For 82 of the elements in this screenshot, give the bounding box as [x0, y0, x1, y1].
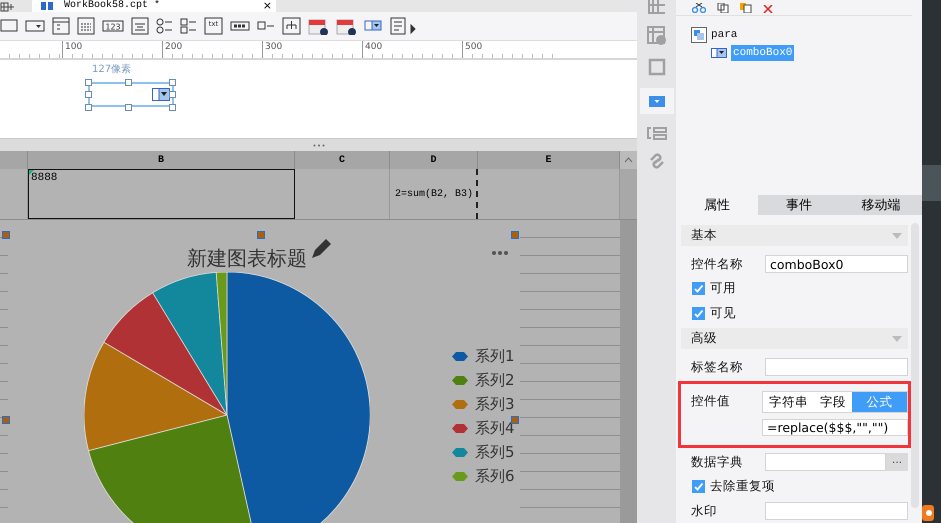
text-field[interactable] — [765, 453, 886, 472]
chart-title: 新建图表标题 — [187, 245, 307, 272]
column-header[interactable]: B — [28, 151, 295, 169]
checkbox-label: 去除重复项 — [710, 478, 775, 496]
checkbox-label: 可用 — [710, 280, 736, 298]
resize-handle[interactable] — [511, 416, 519, 424]
combo-box-widget[interactable] — [88, 82, 174, 107]
ruler-number: 500 — [465, 42, 482, 52]
tree-icon[interactable] — [282, 17, 301, 35]
layout-grid-icon[interactable] — [648, 0, 666, 14]
checkbox[interactable] — [692, 307, 705, 320]
form-icon[interactable] — [390, 17, 416, 35]
radio-group-icon[interactable] — [156, 17, 173, 35]
copy-icon[interactable] — [717, 2, 729, 13]
property-label: 控件值 — [691, 392, 731, 410]
size-label: 127像素 — [92, 62, 132, 76]
frame-icon[interactable] — [648, 58, 666, 76]
legend-label: 系列5 — [475, 442, 515, 462]
segment-option[interactable]: 字段 — [814, 392, 852, 412]
resize-handle[interactable] — [257, 231, 265, 239]
legend-label: 系列2 — [475, 370, 515, 390]
panel-tab[interactable]: 事件 — [758, 194, 840, 216]
resize-handle[interactable] — [125, 79, 132, 86]
more-icon[interactable] — [492, 251, 508, 255]
delete-icon[interactable] — [763, 4, 773, 13]
scrollbar[interactable] — [911, 223, 919, 508]
text-area-icon[interactable] — [131, 17, 149, 35]
checkbox-label: 可见 — [710, 305, 736, 322]
property-label: 水印 — [691, 502, 718, 520]
dropdown-widget-icon[interactable] — [648, 96, 664, 106]
resize-handle[interactable] — [2, 416, 10, 424]
formula-field[interactable]: =replace($$$,"","") — [762, 419, 908, 436]
legend-label: 系列1 — [475, 346, 515, 366]
segment-option[interactable]: 字符串 — [763, 392, 814, 412]
property-label: 数据字典 — [691, 454, 744, 471]
panel-tab[interactable]: 属性 — [676, 194, 758, 216]
desktop-panel — [922, 165, 941, 201]
ruler-number: 400 — [365, 42, 382, 52]
table-cell[interactable]: 8888 — [28, 169, 295, 219]
app-badge-icon[interactable] — [922, 505, 934, 521]
text-field[interactable] — [765, 502, 908, 520]
drag-handle-icon[interactable] — [312, 144, 324, 146]
property-label: 控件名称 — [691, 256, 744, 273]
resize-handle[interactable] — [511, 231, 519, 239]
section-title: 基本 — [691, 227, 717, 244]
scroll-up-icon[interactable] — [624, 157, 633, 163]
checkbox-group-icon[interactable] — [180, 17, 197, 35]
form-root-icon[interactable] — [691, 26, 707, 43]
scrollbar[interactable] — [620, 220, 637, 523]
section-header[interactable]: 高级 — [681, 328, 908, 350]
table-info-icon[interactable] — [646, 26, 666, 46]
date-time-icon[interactable] — [336, 17, 357, 35]
combo-box-icon[interactable] — [711, 48, 727, 58]
property-label: 标签名称 — [691, 358, 744, 376]
checkbox[interactable] — [692, 480, 705, 494]
panel-tab[interactable]: 移动端 — [840, 194, 922, 216]
scrollbar[interactable] — [620, 169, 637, 219]
section-title: 高级 — [691, 330, 717, 348]
date-icon[interactable] — [308, 17, 329, 35]
tree-item[interactable]: para — [711, 28, 738, 41]
close-tab-button[interactable]: × — [258, 1, 276, 11]
ruler-number: 100 — [65, 42, 82, 52]
file-tab[interactable]: WorkBook58.cpt * × — [32, 0, 276, 12]
label-field-icon[interactable] — [646, 126, 666, 140]
calendar-grid-icon[interactable] — [77, 17, 95, 35]
text-field[interactable] — [765, 358, 908, 376]
cut-icon[interactable] — [692, 2, 706, 13]
add-sheet-icon[interactable] — [0, 2, 14, 12]
legend-label: 系列3 — [475, 394, 515, 414]
section-header[interactable]: 基本 — [681, 225, 908, 246]
text-field[interactable]: comboBox0 — [765, 255, 908, 274]
resize-handle[interactable] — [125, 104, 132, 111]
resize-handle[interactable] — [2, 231, 10, 239]
ruler-number: 300 — [265, 42, 282, 52]
ruler-number: 200 — [165, 42, 182, 52]
checkbox[interactable] — [692, 282, 705, 296]
paste-icon[interactable] — [740, 2, 752, 13]
pen-icon[interactable] — [309, 237, 333, 261]
list-box-icon[interactable] — [52, 17, 70, 35]
browse-button[interactable]: ··· — [886, 453, 908, 472]
link-icon[interactable] — [648, 152, 666, 170]
legend-label: 系列6 — [475, 466, 515, 486]
